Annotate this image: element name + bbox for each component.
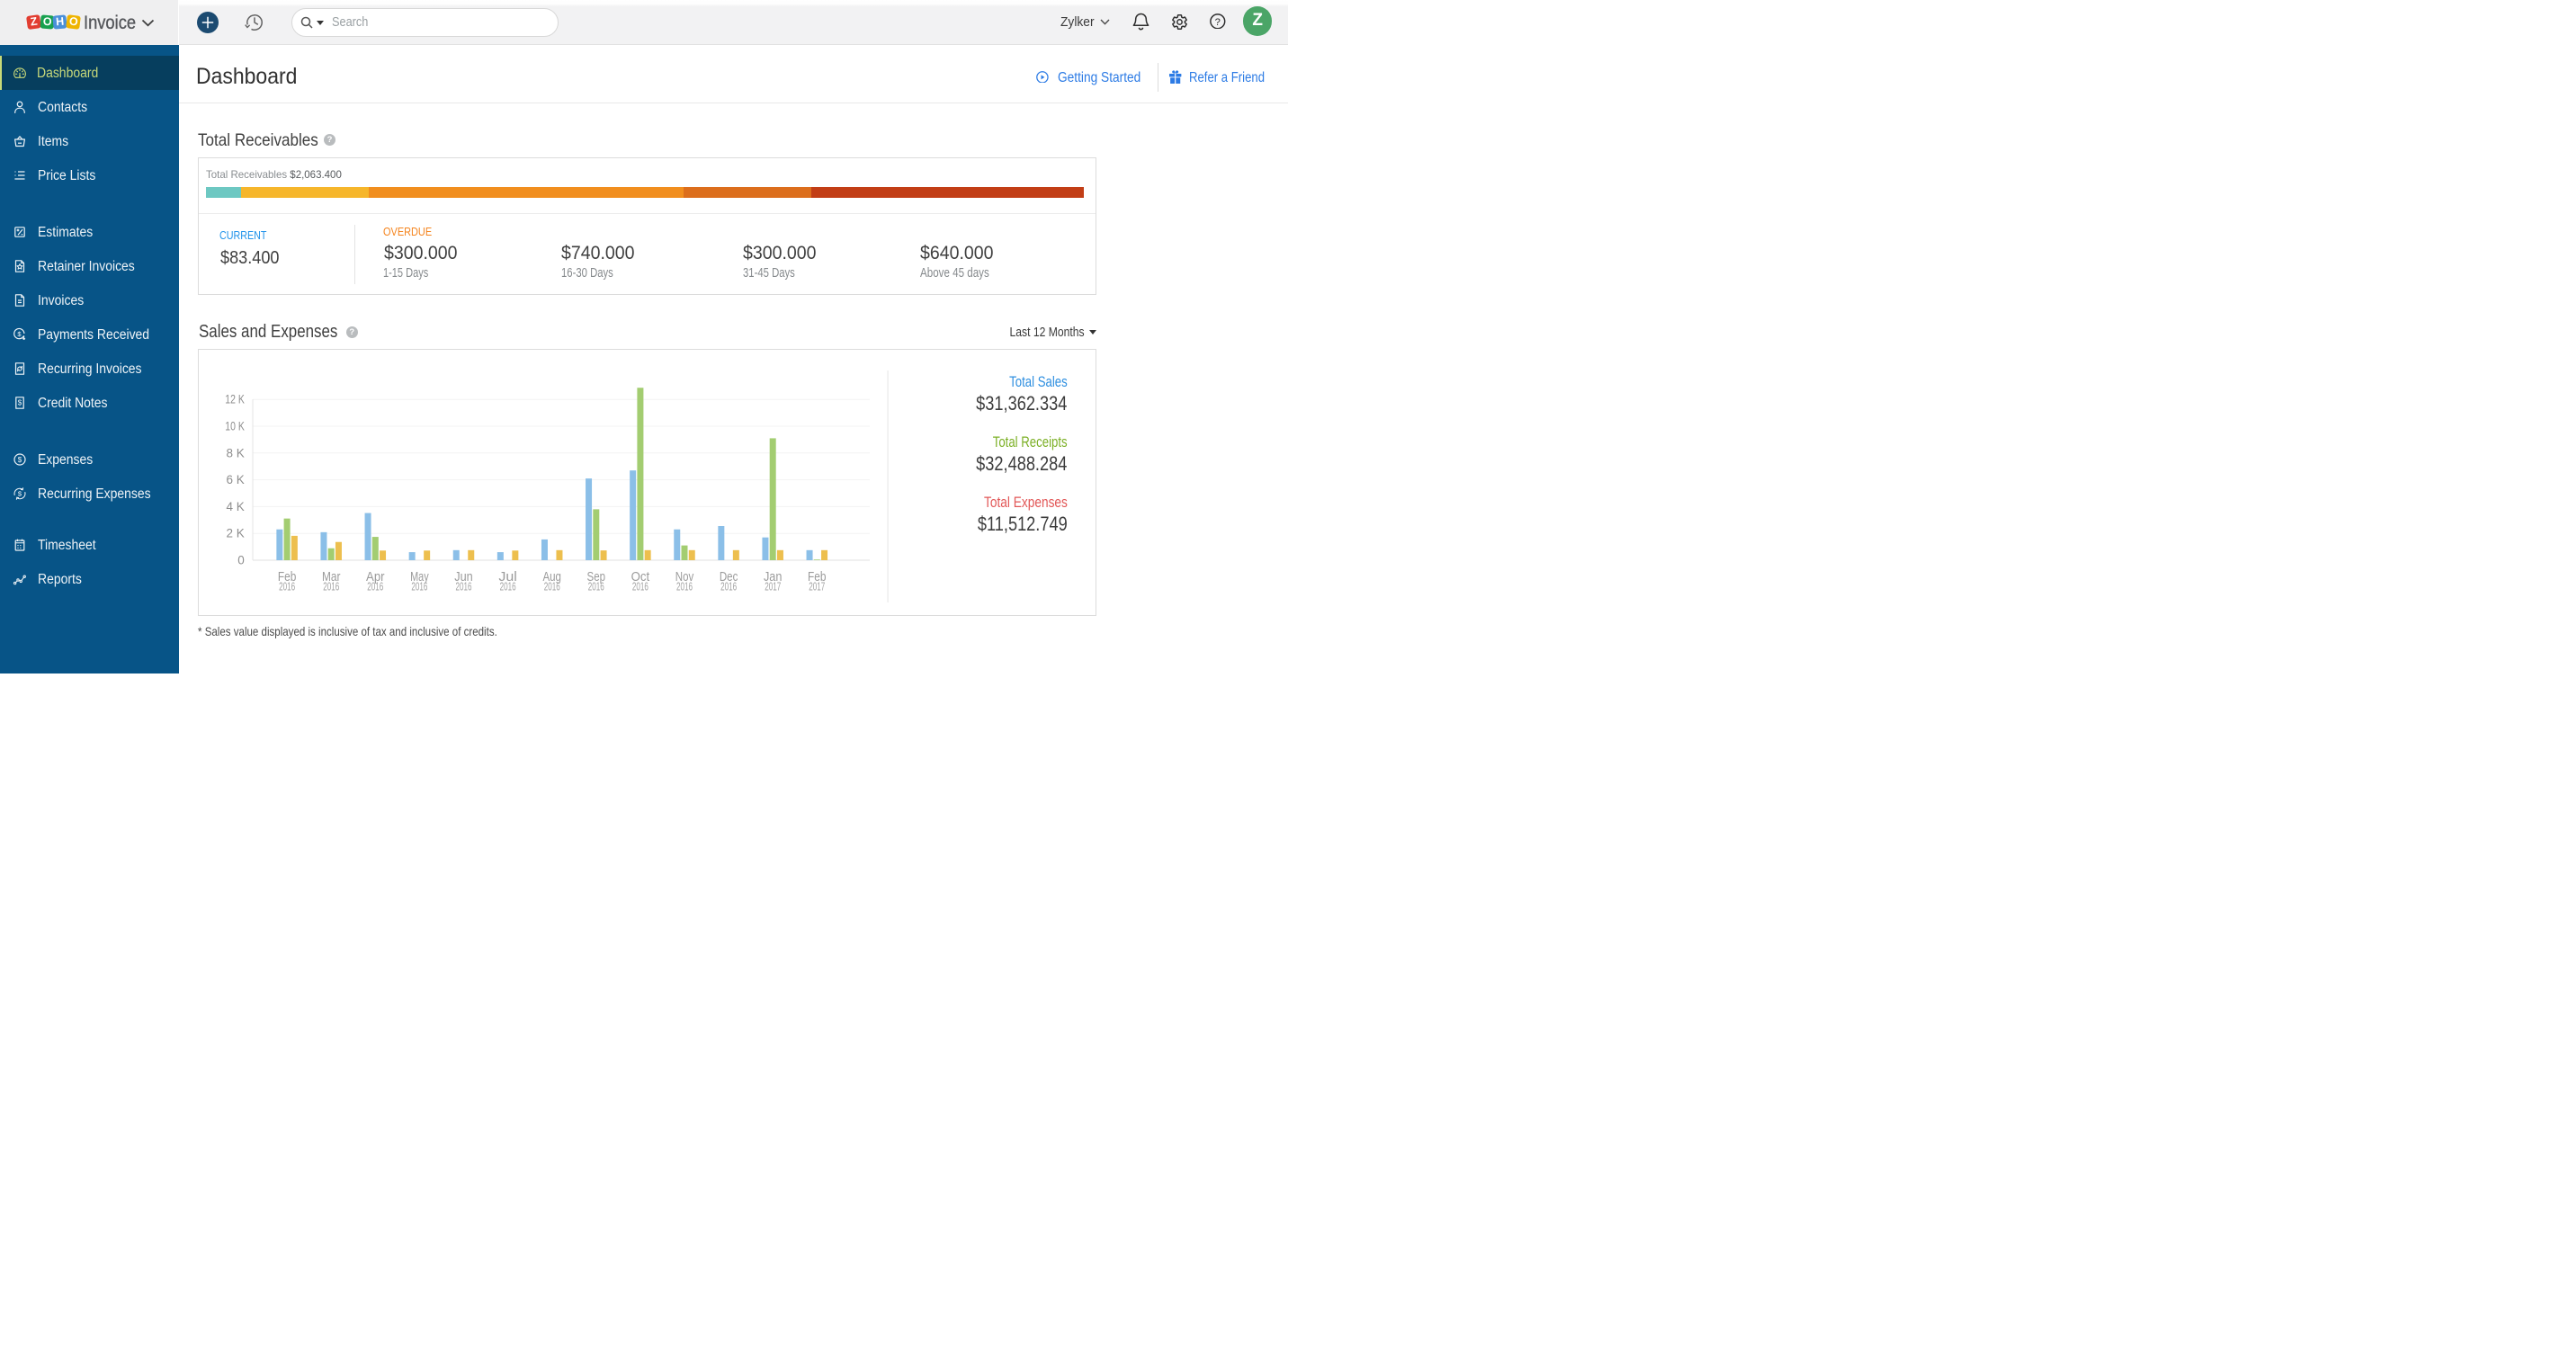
svg-text:2017: 2017 [765, 580, 781, 593]
svg-text:6 K: 6 K [227, 473, 245, 486]
svg-text:12 K: 12 K [225, 393, 245, 406]
svg-text:2016: 2016 [367, 580, 383, 593]
svg-text:8 K: 8 K [227, 446, 245, 459]
svg-text:10 K: 10 K [225, 420, 245, 433]
svg-text:2016: 2016 [279, 580, 295, 593]
svg-text:2 K: 2 K [227, 527, 245, 540]
svg-text:2016: 2016 [720, 580, 737, 593]
svg-text:2016: 2016 [632, 580, 648, 593]
svg-text:2016: 2016 [544, 580, 560, 593]
svg-text:2016: 2016 [588, 580, 604, 593]
svg-text:2016: 2016 [456, 580, 472, 593]
svg-text:2016: 2016 [676, 580, 693, 593]
svg-text:4 K: 4 K [227, 500, 245, 513]
svg-text:2016: 2016 [500, 580, 516, 593]
svg-text:2016: 2016 [411, 580, 427, 593]
svg-text:$: $ [17, 330, 22, 338]
svg-text:2017: 2017 [809, 580, 825, 593]
svg-text:$: $ [18, 455, 22, 463]
svg-text:2016: 2016 [323, 580, 339, 593]
svg-text:$: $ [18, 489, 22, 497]
svg-text:0: 0 [237, 554, 245, 567]
svg-text:?: ? [1215, 17, 1221, 28]
svg-text:$: $ [18, 398, 22, 406]
